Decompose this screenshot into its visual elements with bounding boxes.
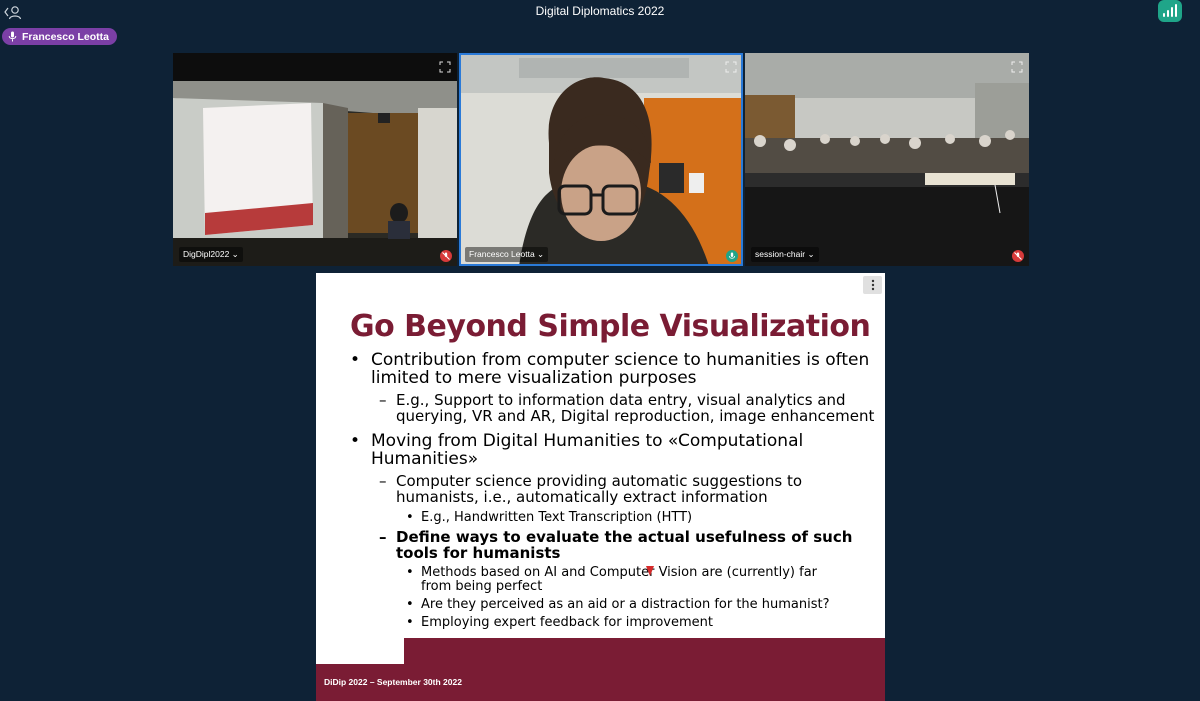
expand-icon[interactable]: [1011, 60, 1023, 73]
connection-signal-icon[interactable]: [1158, 0, 1182, 22]
expand-icon[interactable]: [725, 60, 737, 73]
slide-footer-text: DiDip 2022 – September 30th 2022: [324, 677, 462, 687]
microphone-icon: [8, 31, 17, 42]
bullet-item: • Moving from Digital Humanities to «Comp…: [350, 431, 804, 470]
video-feed: [459, 53, 743, 266]
mic-active-icon: [726, 250, 738, 262]
bullet-item: – Computer science providing automatic su…: [379, 472, 803, 507]
bullet-item: • Are they perceived as an aid or a distr…: [406, 597, 830, 612]
tile-name-label[interactable]: Francesco Leotta ⌄: [465, 247, 549, 262]
bullet-item-bold: – Define ways to evaluate the actual usef…: [379, 528, 853, 563]
tile-name-label[interactable]: DigDipl2022 ⌄: [179, 247, 243, 262]
pointer-icon: [646, 566, 654, 576]
mic-muted-icon: [440, 250, 452, 262]
meeting-title: Digital Diplomatics 2022: [535, 4, 665, 18]
shared-slide: Go Beyond Simple Visualization • Contribu…: [316, 273, 885, 701]
more-options-icon[interactable]: [863, 276, 882, 294]
active-speaker-chip: Francesco Leotta: [2, 28, 117, 45]
top-bar: Digital Diplomatics 2022: [0, 0, 1200, 24]
video-tile-session-chair[interactable]: session-chair ⌄: [745, 53, 1029, 266]
tile-name-label[interactable]: session-chair ⌄: [751, 247, 819, 262]
video-tile-francesco-leotta[interactable]: Francesco Leotta ⌄: [459, 53, 743, 266]
bullet-item: • Methods based on AI and Computer Vision…: [406, 565, 818, 595]
video-feed: [745, 53, 1029, 266]
video-feed: [173, 53, 457, 266]
bullet-item: • Employing expert feedback for improveme…: [406, 615, 713, 630]
video-tile-digdipl2022[interactable]: DigDipl2022 ⌄: [173, 53, 457, 266]
active-speaker-name: Francesco Leotta: [22, 30, 109, 43]
bullet-item: • Contribution from computer science to h…: [350, 350, 870, 389]
expand-icon[interactable]: [439, 60, 451, 73]
bullet-item: – E.g., Support to information data entry…: [379, 391, 875, 426]
bullet-item: • E.g., Handwritten Text Transcription (H…: [406, 510, 693, 525]
mic-muted-icon: [1012, 250, 1024, 262]
slide-title: Go Beyond Simple Visualization: [350, 309, 871, 344]
